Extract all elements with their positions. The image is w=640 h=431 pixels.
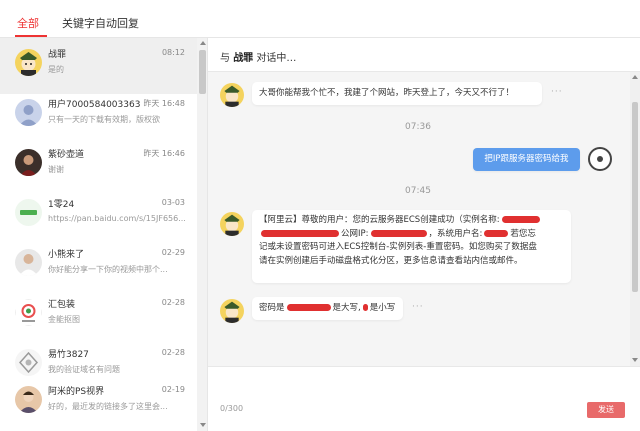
scroll-down-arrow-icon[interactable] — [200, 423, 206, 427]
chat-panel: 与 战罪 对话中… 大哥你能帮我个忙不，我建了个网站，昨天登上了，今天又不行了！… — [208, 38, 640, 431]
message-text: 请在实例创建后手动磁盘格式化分区，更多信息请查看站内信或邮件。 — [259, 255, 523, 266]
message-timestamp: 07:36 — [405, 122, 431, 132]
avatar — [15, 199, 42, 226]
message-text: 记或未设置密码可进入ECS控制台-实例列表-重置密码。如您购买了数据盘 — [259, 242, 537, 252]
message-text: 大哥你能帮我个忙不，我建了个网站，昨天登上了，今天又不行了！ — [259, 88, 515, 98]
conversation-preview: 谢谢 — [48, 165, 64, 174]
message-bubble: 密码是 是大写, 是小写 — [252, 297, 403, 320]
message-text: 把IP跟服务器密码给我 — [484, 154, 569, 164]
avatar — [15, 49, 42, 76]
more-options-icon[interactable]: ··· — [412, 302, 424, 312]
conversation-item[interactable]: 紫砂壶道 昨天 16:46 谢谢 — [0, 138, 197, 194]
conversation-item[interactable]: 1零24 03-03 https://pan.baidu.com/s/15JF6… — [0, 188, 197, 244]
chat-title-prefix: 与 — [220, 53, 230, 64]
conversation-list: 战罪 08:12 是的 用户7000584003363 昨天 16:48 只有一… — [0, 38, 208, 431]
avatar — [15, 249, 42, 276]
redaction-mark — [370, 229, 427, 237]
conversation-time: 昨天 16:48 — [143, 99, 185, 108]
redaction-mark — [286, 304, 331, 311]
chat-title: 与 战罪 对话中… — [220, 49, 296, 64]
avatar — [15, 386, 42, 413]
message-timestamp: 07:45 — [405, 186, 431, 196]
conversation-name: 1零24 — [48, 200, 75, 210]
redaction-mark — [484, 229, 509, 237]
conversation-time: 昨天 16:46 — [143, 149, 185, 158]
conversation-time: 03-03 — [161, 198, 185, 207]
conversation-time: 02-29 — [161, 248, 185, 257]
message-text: 是小写 — [369, 303, 396, 313]
conversation-preview: 我的验证域名有问题 — [48, 365, 120, 374]
message-text: 【阿里云】尊敬的用户：您的云服务器ECS创建成功（实例名称: — [259, 215, 500, 225]
conversation-item[interactable]: 战罪 08:12 是的 — [0, 38, 197, 94]
message-bubble-outgoing: 把IP跟服务器密码给我 — [473, 148, 580, 171]
avatar — [220, 83, 244, 107]
scroll-down-arrow-icon[interactable] — [632, 358, 638, 362]
conversation-time: 08:12 — [161, 48, 185, 57]
message-text: 密码是 — [259, 303, 285, 313]
conversation-list-scrollbar[interactable] — [197, 38, 207, 431]
conversation-item[interactable]: 阿米的PS视界 02-19 好的，最近发的链接多了这里会... — [0, 375, 197, 431]
conversation-name: 紫砂壶道 — [48, 150, 85, 160]
active-tab-indicator — [15, 35, 47, 37]
conversation-item[interactable]: 汇包装 02-28 金能抠图 — [0, 288, 197, 344]
chat-title-suffix: 对话中… — [256, 53, 297, 64]
conversation-name: 汇包装 — [48, 300, 76, 310]
conversation-name: 阿米的PS视界 — [48, 387, 105, 397]
conversation-name: 小熊来了 — [48, 250, 85, 260]
character-counter: 0/300 — [220, 404, 244, 413]
redaction-mark — [261, 229, 339, 237]
message-list: 大哥你能帮我个忙不，我建了个网站，昨天登上了，今天又不行了！ ··· 07:36… — [208, 72, 630, 366]
chat-header: 与 战罪 对话中… — [208, 38, 640, 72]
scrollbar-thumb[interactable] — [632, 102, 638, 292]
conversation-preview: 好的，最近发的链接多了这里会... — [48, 402, 168, 411]
avatar — [15, 349, 42, 376]
conversation-time: 02-28 — [161, 348, 185, 357]
more-options-icon[interactable]: ··· — [551, 87, 563, 97]
message-text: 若您忘 — [510, 228, 536, 239]
scroll-up-arrow-icon[interactable] — [632, 75, 638, 79]
tab-bar: 全部 关键字自动回复 — [0, 0, 640, 38]
conversation-preview: https://pan.baidu.com/s/15JF656... — [48, 214, 186, 223]
conversation-item[interactable]: 小熊来了 02-29 你好能分享一下你的视频中那个... — [0, 238, 197, 294]
conversation-time: 02-28 — [161, 298, 185, 307]
avatar — [15, 299, 42, 326]
conversation-item[interactable]: 用户7000584003363 昨天 16:48 只有一天的下载有效期，版权欲 — [0, 88, 197, 144]
scrollbar-thumb[interactable] — [199, 50, 206, 94]
scroll-up-arrow-icon[interactable] — [200, 41, 206, 45]
avatar — [15, 99, 42, 126]
conversation-time: 02-19 — [161, 385, 185, 394]
conversation-name: 战罪 — [48, 50, 67, 60]
message-list-scrollbar[interactable] — [630, 72, 640, 366]
tab-all[interactable]: 全部 — [17, 15, 39, 31]
redaction-mark — [501, 216, 540, 223]
message-text: 是大写, — [332, 303, 361, 313]
chat-contact-name: 战罪 — [233, 53, 254, 64]
conversation-preview: 你好能分享一下你的视频中那个... — [48, 265, 168, 274]
redaction-mark — [362, 304, 368, 311]
avatar — [588, 147, 612, 171]
conversation-preview: 金能抠图 — [48, 315, 80, 324]
tab-keyword-auto-reply[interactable]: 关键字自动回复 — [62, 15, 139, 31]
message-bubble: 大哥你能帮我个忙不，我建了个网站，昨天登上了，今天又不行了！ — [252, 82, 542, 105]
conversation-name: 易竹3827 — [48, 350, 89, 360]
avatar — [220, 212, 244, 236]
message-bubble: 【阿里云】尊敬的用户：您的云服务器ECS创建成功（实例名称: 公网IP: ，系统用… — [252, 210, 571, 283]
avatar — [220, 299, 244, 323]
send-button[interactable]: 发送 — [587, 402, 625, 418]
message-input-area[interactable]: 0/300 发送 — [208, 366, 640, 431]
conversation-preview: 是的 — [48, 65, 64, 74]
avatar — [15, 149, 42, 176]
message-text: 公网IP: — [341, 228, 369, 239]
message-text: ，系统用户名: — [428, 228, 483, 239]
conversation-preview: 只有一天的下载有效期，版权欲 — [48, 115, 160, 124]
conversation-name: 用户7000584003363 — [48, 100, 141, 110]
